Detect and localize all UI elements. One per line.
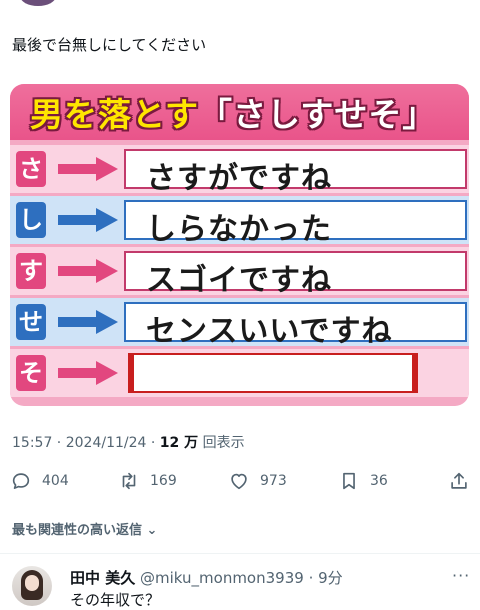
reply-icon <box>12 473 30 489</box>
arrow-right-icon <box>58 361 118 385</box>
arrow-right-icon <box>58 259 118 283</box>
author-avatar[interactable] <box>20 0 56 6</box>
chevron-down-icon: ⌄ <box>142 523 158 538</box>
post-timestamp: 15:57 · 2024/11/24 · 12 万 回表示 <box>12 435 245 451</box>
image-title-quoted: 「さしすせそ」 <box>199 95 437 134</box>
answer-box: しらなかった <box>124 200 467 247</box>
image-title-prefix: 男を落とす <box>30 95 200 134</box>
reply-header: 田中 美久 @miku_monmon3939 · 9分 <box>70 569 343 587</box>
view-count: 12 万 <box>159 435 199 451</box>
post-time[interactable]: 15:57 <box>12 435 52 451</box>
reply-handle[interactable]: @miku_monmon3939 <box>140 569 304 587</box>
like-count: 973 <box>260 473 287 489</box>
answer-text: スゴイですね <box>146 263 332 298</box>
answer-text: しらなかった <box>146 212 332 247</box>
heart-icon <box>231 473 247 490</box>
action-bar: 404 169 973 36 <box>0 466 480 496</box>
reply-avatar[interactable] <box>12 566 52 606</box>
kana-tile: し <box>16 202 46 238</box>
repost-button[interactable]: 169 <box>118 466 177 496</box>
image-row: さ さすがですね <box>10 145 469 196</box>
image-row: そ <box>10 349 469 397</box>
image-row: し しらなかった <box>10 196 469 247</box>
view-count-label: 回表示 <box>202 435 245 451</box>
answer-box: センスいいですね <box>124 302 467 349</box>
like-button[interactable]: 973 <box>228 466 287 496</box>
reply-sort-label: 最も関連性の高い返信 <box>12 523 143 538</box>
kana-tile: せ <box>16 304 46 340</box>
more-options-icon[interactable]: ··· <box>452 566 470 585</box>
share-button[interactable] <box>448 466 470 496</box>
image-row: せ センスいいですね <box>10 298 469 349</box>
arrow-right-icon <box>58 208 118 232</box>
reply-sort-dropdown[interactable]: 最も関連性の高い返信 ⌄ <box>12 519 157 538</box>
arrow-right-icon <box>58 310 118 334</box>
image-banner: 男を落とす「さしすせそ」 <box>10 84 469 140</box>
reply-count: 404 <box>42 473 69 489</box>
reply-button[interactable]: 404 <box>10 466 69 496</box>
post-text: 最後で台無しにしてください <box>12 36 207 54</box>
repost-icon <box>122 472 136 490</box>
kana-tile: そ <box>16 355 46 391</box>
answer-box: さすがですね <box>124 149 467 196</box>
bookmark-button[interactable]: 36 <box>338 466 388 496</box>
repost-count: 169 <box>150 473 177 489</box>
answer-text: さすがですね <box>146 161 332 196</box>
image-title: 男を落とす「さしすせそ」 <box>30 88 461 134</box>
kana-tile: さ <box>16 151 46 187</box>
post-date[interactable]: 2024/11/24 <box>66 435 147 451</box>
reply-time[interactable]: 9分 <box>318 569 343 587</box>
reply-author-name[interactable]: 田中 美久 <box>70 569 135 587</box>
arrow-right-icon <box>58 157 118 181</box>
divider <box>0 553 480 554</box>
answer-box: スゴイですね <box>124 251 467 298</box>
share-icon <box>451 472 467 489</box>
image-row: す スゴイですね <box>10 247 469 298</box>
answer-text: センスいいですね <box>146 314 393 349</box>
answer-box <box>128 353 418 393</box>
bookmark-icon <box>343 472 355 490</box>
kana-tile: す <box>16 253 46 289</box>
post-image[interactable]: 男を落とす「さしすせそ」 さ さすがですねし しらなかったす スゴイですねせ センスいい… <box>10 84 469 406</box>
bookmark-count: 36 <box>370 473 388 489</box>
